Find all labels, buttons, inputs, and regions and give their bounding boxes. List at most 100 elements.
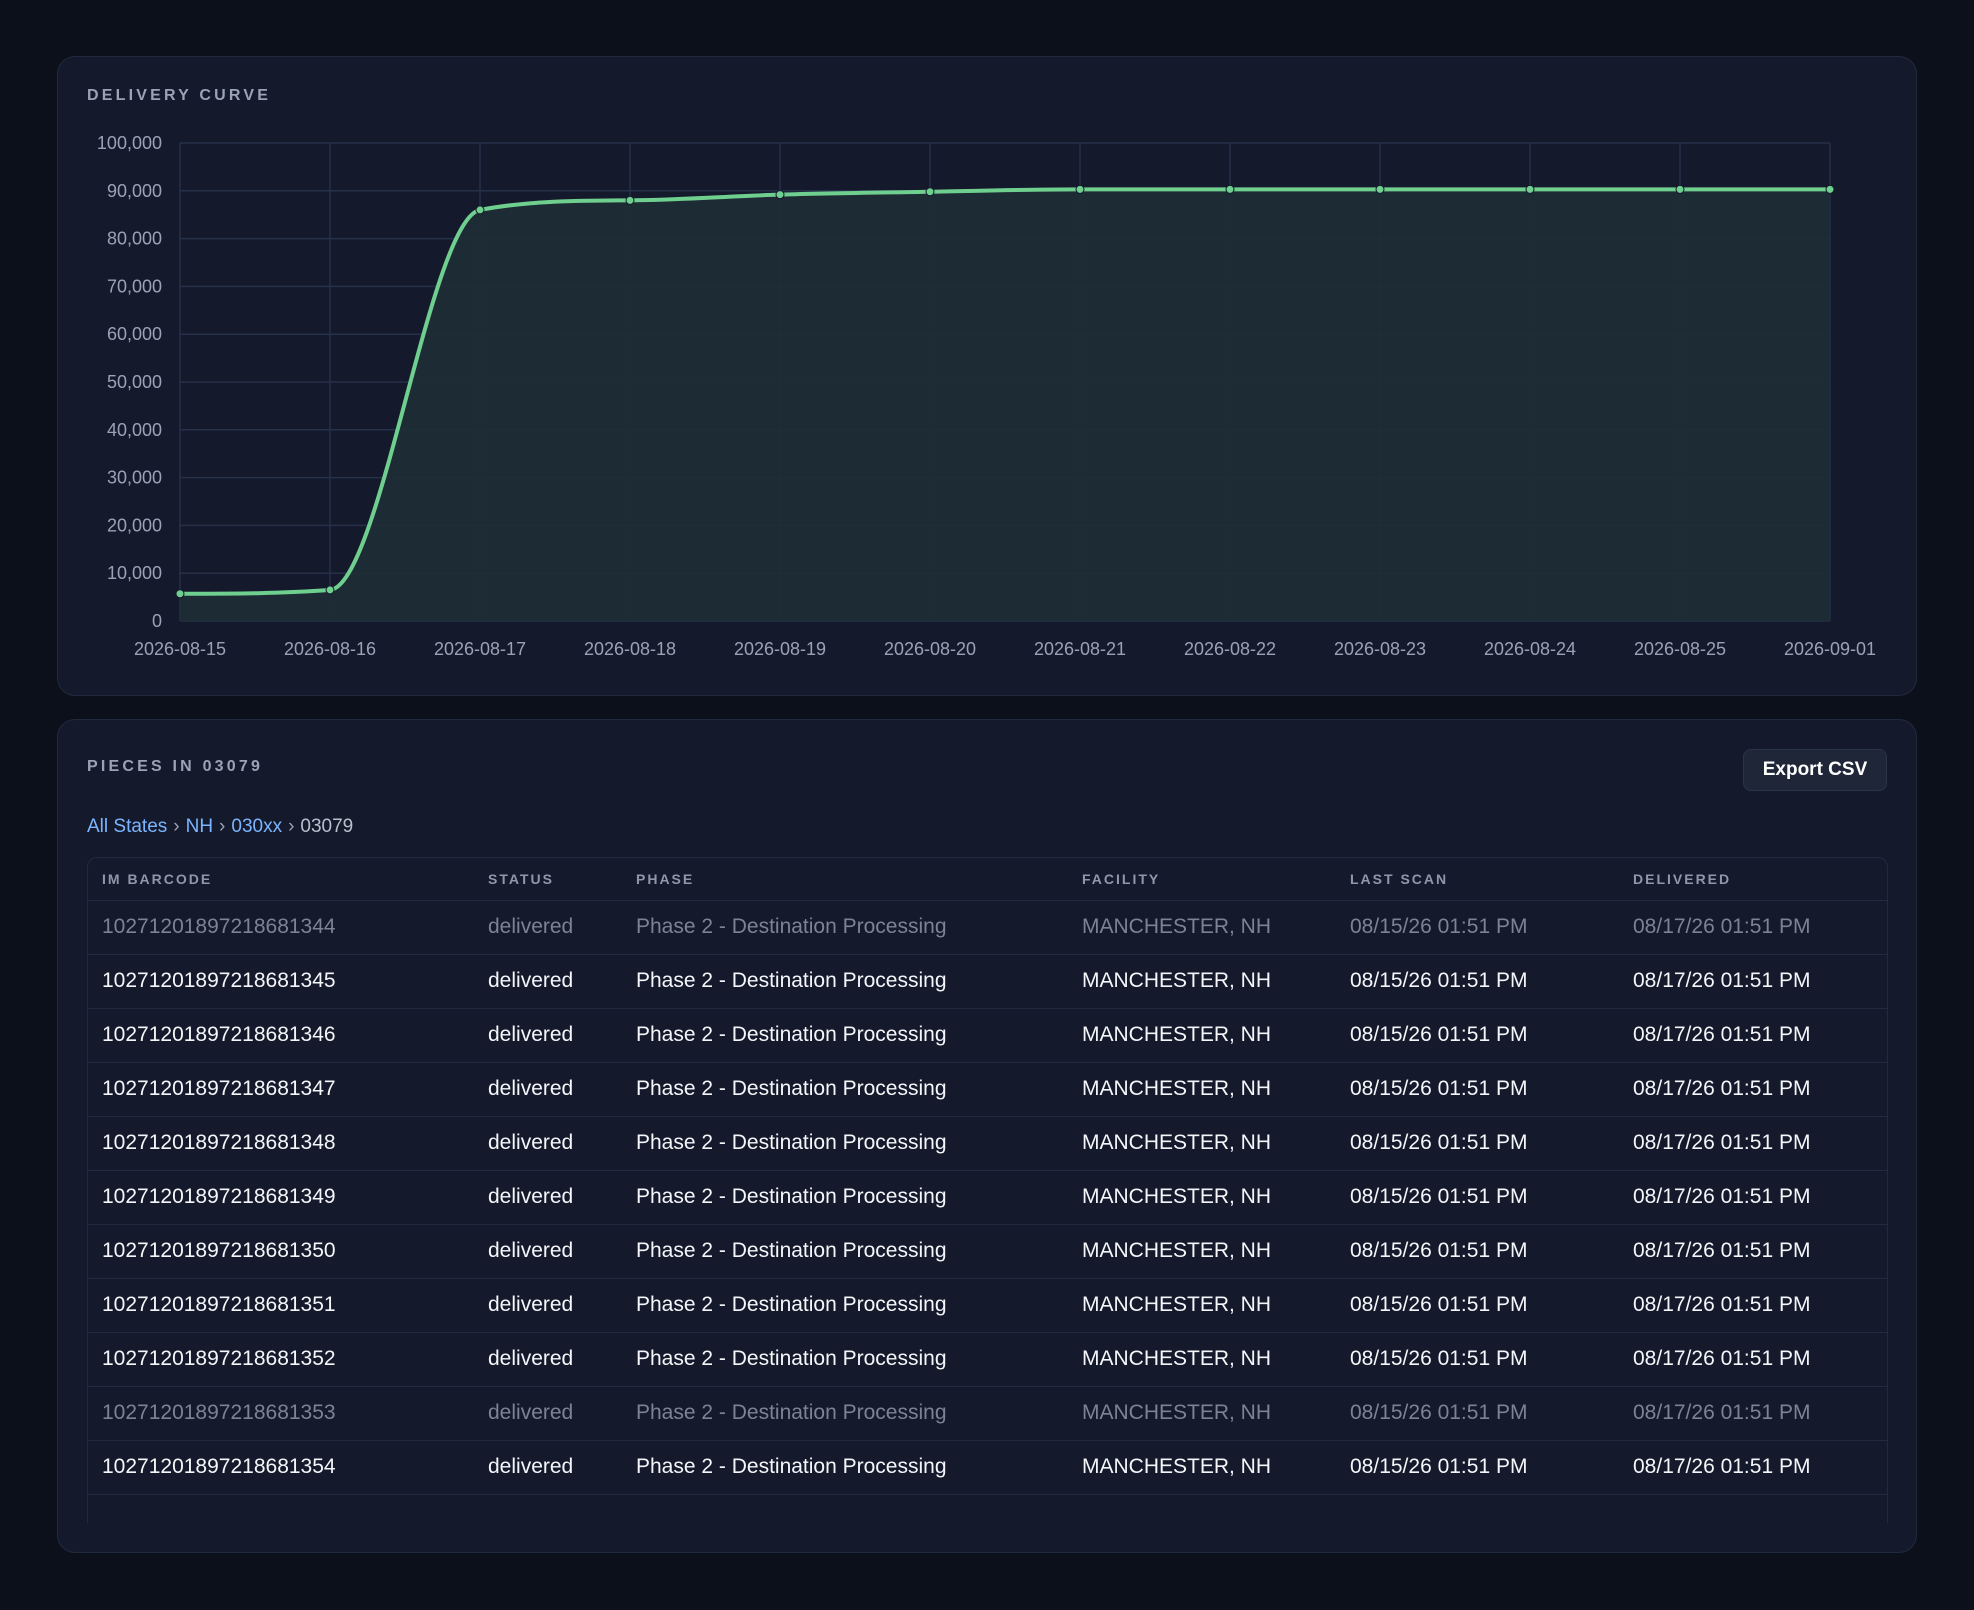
cell-status: delivered [474,1224,622,1279]
table-row[interactable]: 10271201897218681346 delivered Phase 2 - D… [88,1008,1887,1063]
data-point [1375,184,1385,194]
column-header-barcode[interactable]: IM BARCODE [88,858,474,901]
cell-status: delivered [474,1278,622,1333]
cell-last-scan: 08/15/26 01:51 PM [1336,1386,1619,1441]
y-tick-label: 90,000 [107,181,162,201]
x-tick-label: 2026-08-15 [134,639,226,659]
cell-phase: Phase 2 - Destination Processing [622,1386,1068,1441]
cell-facility: MANCHESTER, NH [1068,1170,1336,1225]
cell-facility: MANCHESTER, NH [1068,1386,1336,1441]
table-body: 10271201897218681344 delivered Phase 2 - D… [88,900,1887,1495]
table-row[interactable]: 10271201897218681354 delivered Phase 2 - D… [88,1440,1887,1495]
y-tick-label: 40,000 [107,420,162,440]
x-tick-label: 2026-08-20 [884,639,976,659]
table-row[interactable]: 10271201897218681353 delivered Phase 2 - D… [88,1386,1887,1441]
y-tick-label: 80,000 [107,229,162,249]
cell-delivered: 08/17/26 01:51 PM [1619,1224,1887,1279]
cell-delivered: 08/17/26 01:51 PM [1619,900,1887,955]
x-tick-label: 2026-09-01 [1784,639,1876,659]
cell-delivered: 08/17/26 01:51 PM [1619,1440,1887,1495]
table-row[interactable]: 10271201897218681348 delivered Phase 2 - D… [88,1116,1887,1171]
x-tick-label: 2026-08-17 [434,639,526,659]
pieces-table-wrapper[interactable]: IM BARCODE STATUS PHASE FACILITY LAST SCAN DE… [87,857,1888,1523]
table-row[interactable]: 10271201897218681347 delivered Phase 2 - D… [88,1062,1887,1117]
cell-delivered: 08/17/26 01:51 PM [1619,1062,1887,1117]
cell-delivered: 08/17/26 01:51 PM [1619,1386,1887,1441]
data-point [1075,184,1085,194]
table-row[interactable]: 10271201897218681349 delivered Phase 2 - D… [88,1170,1887,1225]
table-row[interactable]: 10271201897218681350 delivered Phase 2 - D… [88,1224,1887,1279]
cell-last-scan: 08/15/26 01:51 PM [1336,954,1619,1009]
x-tick-label: 2026-08-22 [1184,639,1276,659]
cell-status: delivered [474,1170,622,1225]
cell-last-scan: 08/15/26 01:51 PM [1336,1062,1619,1117]
breadcrumb-separator: › [173,816,180,837]
breadcrumb-separator: › [288,816,295,837]
data-point [625,195,635,205]
cell-phase: Phase 2 - Destination Processing [622,1170,1068,1225]
cell-phase: Phase 2 - Destination Processing [622,954,1068,1009]
breadcrumb-separator: › [219,816,226,837]
data-point [1675,184,1685,194]
cell-status: delivered [474,954,622,1009]
x-tick-label: 2026-08-16 [284,639,376,659]
cell-phase: Phase 2 - Destination Processing [622,900,1068,955]
cell-last-scan: 08/15/26 01:51 PM [1336,1278,1619,1333]
cell-barcode: 10271201897218681344 [88,900,474,955]
cell-barcode: 10271201897218681346 [88,1008,474,1063]
column-header-delivered[interactable]: DELIVERED [1619,858,1887,901]
column-header-last-scan[interactable]: LAST SCAN [1336,858,1619,901]
delivery-curve-chart: 0 10,000 20,000 30,000 40,000 50,000 60,000 70,… [97,133,1876,659]
cell-phase: Phase 2 - Destination Processing [622,1008,1068,1063]
export-csv-button[interactable]: Export CSV [1743,749,1887,791]
y-tick-label: 0 [152,611,162,631]
y-tick-label: 60,000 [107,324,162,344]
cell-last-scan: 08/15/26 01:51 PM [1336,1170,1619,1225]
cell-delivered: 08/17/26 01:51 PM [1619,954,1887,1009]
cell-phase: Phase 2 - Destination Processing [622,1440,1068,1495]
cell-last-scan: 08/15/26 01:51 PM [1336,1224,1619,1279]
table-row[interactable]: 10271201897218681352 delivered Phase 2 - D… [88,1332,1887,1387]
table-row[interactable]: 10271201897218681344 delivered Phase 2 - D… [88,900,1887,955]
cell-facility: MANCHESTER, NH [1068,1116,1336,1171]
cell-delivered: 08/17/26 01:51 PM [1619,1008,1887,1063]
column-header-status[interactable]: STATUS [474,858,622,901]
cell-phase: Phase 2 - Destination Processing [622,1062,1068,1117]
x-tick-label: 2026-08-18 [584,639,676,659]
pieces-table: IM BARCODE STATUS PHASE FACILITY LAST SCAN DE… [88,858,1887,1495]
cell-status: delivered [474,1332,622,1387]
data-point [775,190,785,200]
breadcrumb-item-all-states[interactable]: All States [87,816,167,837]
cell-facility: MANCHESTER, NH [1068,1224,1336,1279]
data-point [925,187,935,197]
pieces-title: PIECES IN 03079 [87,758,264,775]
cell-status: delivered [474,1386,622,1441]
data-point [1825,184,1835,194]
y-tick-label: 20,000 [107,515,162,535]
column-header-facility[interactable]: FACILITY [1068,858,1336,901]
table-row[interactable]: 10271201897218681351 delivered Phase 2 - D… [88,1278,1887,1333]
cell-last-scan: 08/15/26 01:51 PM [1336,1332,1619,1387]
cell-barcode: 10271201897218681349 [88,1170,474,1225]
table-row[interactable]: 10271201897218681345 delivered Phase 2 - D… [88,954,1887,1009]
cell-phase: Phase 2 - Destination Processing [622,1278,1068,1333]
cell-status: delivered [474,1062,622,1117]
breadcrumb-item-nh[interactable]: NH [186,816,213,837]
x-tick-label: 2026-08-19 [734,639,826,659]
chart-area-layer [175,184,1835,621]
column-header-phase[interactable]: PHASE [622,858,1068,901]
data-point [1525,184,1535,194]
cell-last-scan: 08/15/26 01:51 PM [1336,900,1619,955]
y-tick-label: 70,000 [107,276,162,296]
cell-last-scan: 08/15/26 01:51 PM [1336,1008,1619,1063]
cell-delivered: 08/17/26 01:51 PM [1619,1278,1887,1333]
y-tick-label: 30,000 [107,468,162,488]
cell-barcode: 10271201897218681350 [88,1224,474,1279]
cell-barcode: 10271201897218681353 [88,1386,474,1441]
cell-facility: MANCHESTER, NH [1068,1008,1336,1063]
cell-status: delivered [474,1008,622,1063]
cell-barcode: 10271201897218681352 [88,1332,474,1387]
x-tick-label: 2026-08-21 [1034,639,1126,659]
cell-delivered: 08/17/26 01:51 PM [1619,1116,1887,1171]
breadcrumb-item-030xx[interactable]: 030xx [231,816,282,837]
